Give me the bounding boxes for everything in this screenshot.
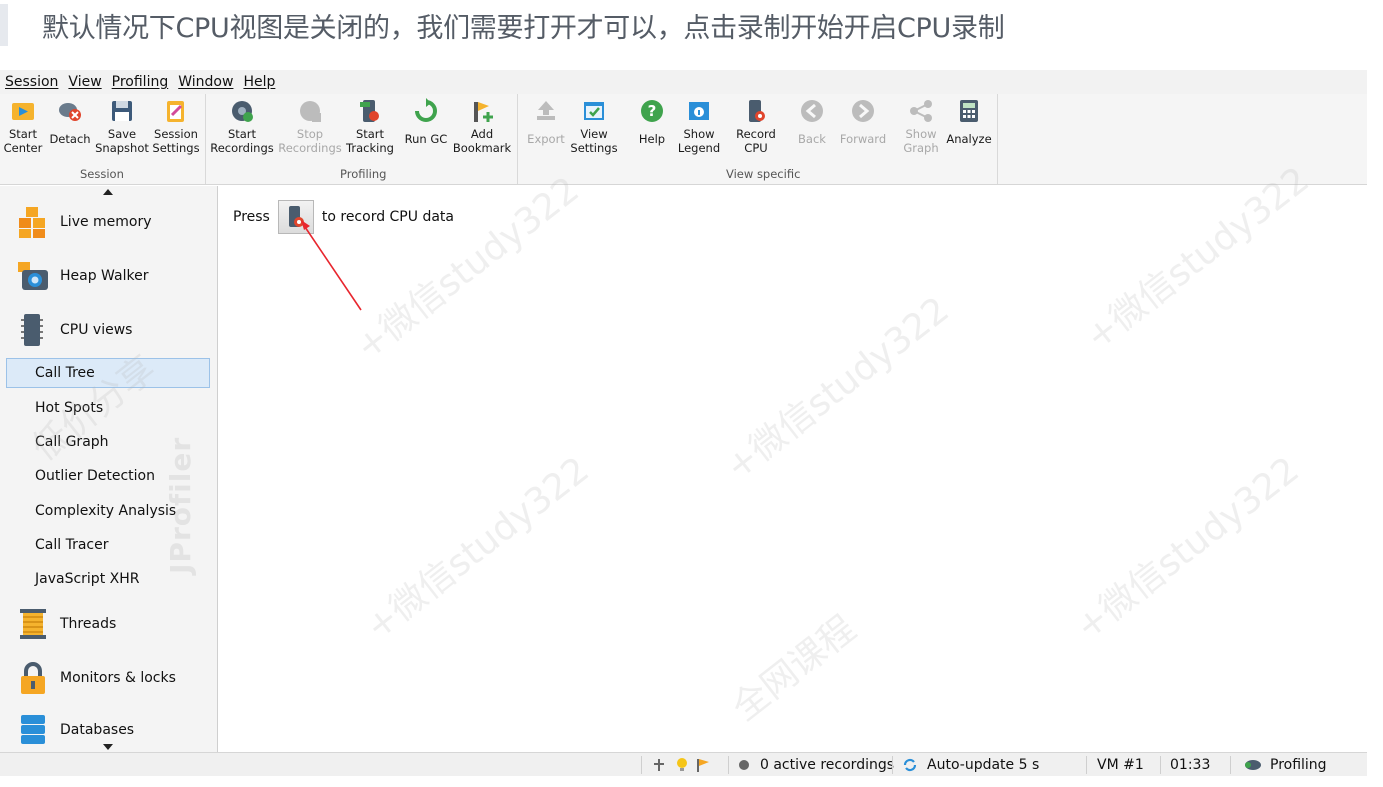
start-center-icon [10,98,36,124]
session-settings-button[interactable]: Session Settings [152,98,200,160]
scroll-down-arrow-icon[interactable] [103,744,113,750]
detach-button[interactable]: Detach [49,98,91,160]
menu-help[interactable]: Help [238,74,280,90]
record-cpu-button[interactable]: Record CPU [732,98,780,160]
back-icon [799,98,825,124]
export-button[interactable]: Export [526,98,566,160]
live-memory-icon [19,207,45,238]
stop-recordings-button[interactable]: Stop Recordings [278,98,342,160]
help-icon: ? [639,98,665,124]
elapsed-time: 01:33 [1170,756,1211,773]
analyze-button[interactable]: Analyze [946,98,992,160]
forward-button[interactable]: Forward [838,98,888,160]
analyze-icon [956,98,982,124]
toolbar-group-label-view-specific: View specific [726,167,801,181]
view-settings-button[interactable]: View Settings [570,98,618,160]
menu-view[interactable]: View [63,74,106,90]
show-legend-icon [686,98,712,124]
start-recordings-icon [229,98,255,124]
status-bar: 0 active recordings Auto-update 5 s VM #… [0,752,1367,776]
hint-prefix: Press [233,209,270,225]
save-snapshot-button[interactable]: Save Snapshot [95,98,149,160]
active-recordings-status: 0 active recordings [738,753,894,776]
show-graph-button[interactable]: Show Graph [900,98,942,160]
menu-bar: Session View Profiling Window Help [0,70,1367,94]
sidebar-section-live-memory[interactable]: Live memory [0,200,217,244]
refresh-icon [903,758,917,771]
sidebar-item-hot-spots[interactable]: Hot Spots [6,393,210,423]
export-icon [533,98,559,124]
heap-walker-icon [18,262,48,290]
toolbar-group-label-session: Session [80,167,124,181]
back-button[interactable]: Back [790,98,834,160]
sidebar-section-monitors-locks[interactable]: Monitors & locks [0,656,217,700]
jprofiler-brand-text: JProfiler [164,436,197,574]
recording-dot-icon [739,759,749,770]
pin-icon [654,758,664,771]
profiling-mode-icon [1245,759,1261,770]
session-settings-icon [163,98,189,124]
show-legend-button[interactable]: Show Legend [674,98,724,160]
menu-window[interactable]: Window [173,74,238,90]
stop-recordings-icon [297,98,323,124]
run-gc-icon [413,98,439,124]
record-cpu-icon [743,98,769,124]
caption-text: 默认情况下CPU视图是关闭的，我们需要打开才可以，点击录制开始开启CPU录制 [42,13,1005,44]
add-bookmark-button[interactable]: Add Bookmark [453,98,511,160]
menu-profiling[interactable]: Profiling [107,74,174,90]
jprofiler-window: Session View Profiling Window Help Start… [0,70,1367,776]
svg-text:?: ? [648,102,657,120]
instruction-caption: 默认情况下CPU视图是关闭的，我们需要打开才可以，点击录制开始开启CPU录制 [0,0,1383,48]
sidebar-section-heap-walker[interactable]: Heap Walker [0,254,217,298]
start-tracking-icon [357,98,383,124]
auto-update-status[interactable]: Auto-update 5 s [902,753,1039,776]
start-recordings-button[interactable]: Start Recordings [210,98,274,160]
show-graph-icon [908,98,934,124]
view-settings-icon [581,98,607,124]
run-gc-button[interactable]: Run GC [402,98,450,160]
lightbulb-icon [677,757,687,771]
start-tracking-button[interactable]: Start Tracking [344,98,396,160]
caption-accent-bar [0,4,8,46]
annotation-arrow [301,220,362,311]
view-selector-sidebar: Live memory Heap Walker CPU views Call T… [0,186,218,752]
flag-icon [697,758,709,772]
toolbar-group-profiling: Start Recordings Stop Recordings Start T… [206,94,518,184]
cpu-views-icon [21,314,43,346]
toolbar-group-view-specific: Export View Settings ? Help Show Legend [518,94,998,184]
add-bookmark-icon [469,98,495,124]
menu-session[interactable]: Session [0,74,63,90]
scroll-up-arrow-icon[interactable] [103,189,113,195]
sidebar-item-call-tree[interactable]: Call Tree [6,358,210,388]
start-center-button[interactable]: Start Center [4,98,42,160]
databases-icon [21,715,45,744]
save-snapshot-icon [109,98,135,124]
toolbar: Start Center Detach Save Snapshot Sessio… [0,94,1367,185]
toolbar-group-session: Start Center Detach Save Snapshot Sessio… [0,94,206,184]
forward-icon [850,98,876,124]
help-button[interactable]: ? Help [630,98,674,160]
toolbar-group-label-profiling: Profiling [340,167,387,181]
status-icons [651,753,711,776]
threads-icon [20,609,46,639]
sidebar-section-threads[interactable]: Threads [0,602,217,646]
profiling-mode-status: Profiling [1244,753,1327,776]
sidebar-section-cpu-views[interactable]: CPU views [0,308,217,352]
call-tree-view: Press to record CPU data [219,186,1367,752]
vm-indicator: VM #1 [1097,756,1144,773]
monitors-locks-icon [21,662,45,694]
detach-icon [57,98,83,124]
